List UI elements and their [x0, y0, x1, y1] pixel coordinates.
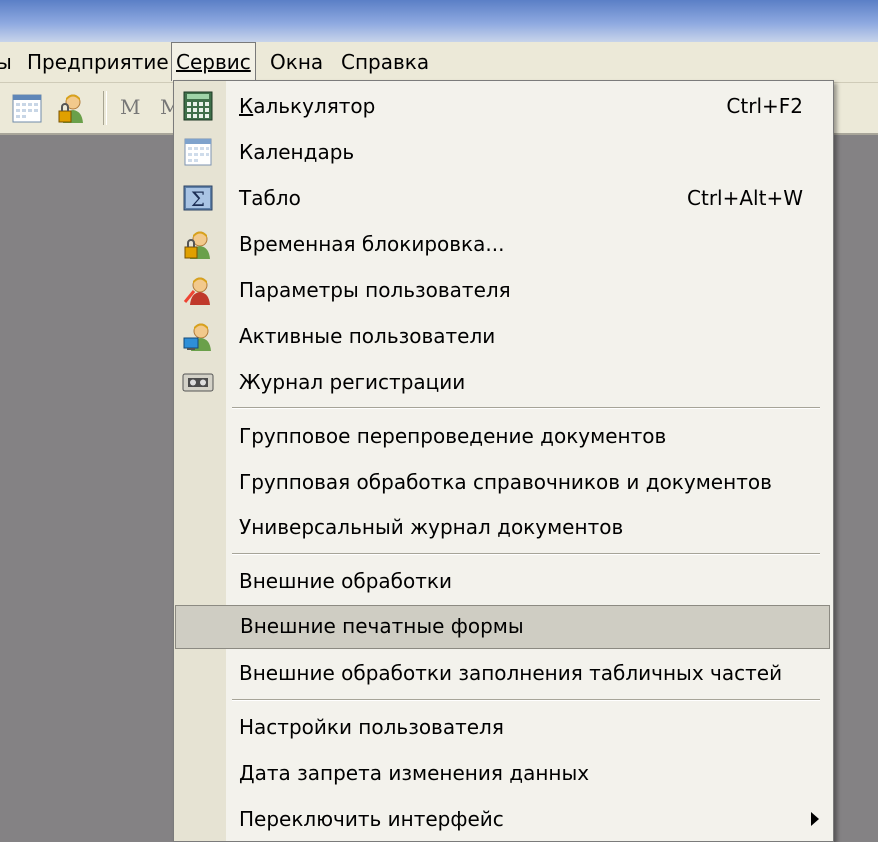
menu-item-external-processing[interactable]: Внешние обработки — [174, 560, 831, 602]
menu-item-label: Дата запрета изменения данных — [239, 761, 590, 785]
calendar-icon — [184, 138, 212, 166]
menu-item-label: Внешние обработки заполнения табличных ч… — [239, 661, 783, 685]
menu-item-group-reposting[interactable]: Групповое перепроведение документов — [174, 415, 831, 457]
menu-item-label: Универсальный журнал документов — [239, 515, 624, 539]
menu-item-label: Активные пользователи — [239, 324, 496, 348]
menu-bar-item-enterprise[interactable]: Предприятие — [23, 49, 173, 75]
menu-item-change-lock-date[interactable]: Дата запрета изменения данных — [174, 752, 831, 794]
menu-item-label: Параметры пользователя — [239, 278, 511, 302]
menu-item-calendar[interactable]: Календарь — [174, 131, 831, 173]
menu-item-label: Внешние печатные формы — [240, 614, 524, 638]
menu-item-label: Календарь — [239, 140, 355, 164]
menu-item-shortcut: Ctrl+F2 — [726, 94, 803, 118]
menu-item-label: Калькулятор — [239, 94, 376, 118]
toolbar-m-button[interactable]: М — [120, 95, 140, 119]
journal-tape-icon — [182, 373, 214, 392]
calculator-icon — [183, 91, 213, 121]
menu-item-label: Переключить интерфейс — [239, 807, 504, 831]
menu-separator — [232, 699, 820, 701]
menu-separator — [232, 407, 820, 409]
menu-separator — [232, 553, 820, 555]
menu-item-user-parameters[interactable]: Параметры пользователя — [174, 269, 831, 311]
menu-item-active-users[interactable]: Активные пользователи — [174, 315, 831, 357]
menu-item-shortcut: Ctrl+Alt+W — [687, 186, 803, 210]
menu-bar-item-service-label: Сервис — [176, 50, 251, 74]
menu-item-label: Журнал регистрации — [239, 370, 466, 394]
calendar-toolbar-icon[interactable] — [10, 91, 44, 125]
user-settings-icon — [183, 277, 210, 305]
svg-text:Σ: Σ — [191, 187, 205, 211]
menu-item-external-print-forms[interactable]: Внешние печатные формы — [175, 605, 830, 649]
menu-item-label: Групповая обработка справочников и докум… — [239, 470, 772, 494]
sum-board-icon: Σ — [183, 185, 213, 211]
menu-item-universal-journal[interactable]: Универсальный журнал документов — [174, 506, 831, 548]
menu-item-external-fill-processing[interactable]: Внешние обработки заполнения табличных ч… — [174, 652, 831, 694]
window-title-bar — [0, 0, 878, 42]
menu-item-group-processing[interactable]: Групповая обработка справочников и докум… — [174, 461, 831, 503]
menu-bar-item-partial[interactable]: ы — [0, 49, 16, 75]
service-dropdown-menu: Калькулятор Ctrl+F2 Календарь Σ Табло Ct… — [173, 80, 834, 842]
menu-item-label: Настройки пользователя — [239, 715, 504, 739]
menu-item-tablo[interactable]: Σ Табло Ctrl+Alt+W — [174, 177, 831, 219]
menu-item-temporary-lock[interactable]: Временная блокировка... — [174, 223, 831, 265]
menu-item-user-settings[interactable]: Настройки пользователя — [174, 706, 831, 748]
submenu-arrow-icon — [811, 812, 819, 826]
menu-item-switch-interface[interactable]: Переключить интерфейс — [174, 798, 831, 840]
menu-item-registration-log[interactable]: Журнал регистрации — [174, 361, 831, 403]
menu-item-label: Групповое перепроведение документов — [239, 424, 667, 448]
toolbar-separator — [103, 91, 107, 125]
active-users-icon — [183, 323, 211, 351]
menu-item-label: Табло — [239, 186, 301, 210]
menu-item-label: Внешние обработки — [239, 569, 452, 593]
menu-bar-item-service[interactable]: Сервис — [171, 42, 256, 81]
menu-bar-item-windows[interactable]: Окна — [266, 49, 327, 75]
menu-item-calculator[interactable]: Калькулятор Ctrl+F2 — [174, 85, 831, 127]
user-lock-icon — [184, 231, 210, 259]
menu-bar-item-help[interactable]: Справка — [337, 49, 433, 75]
menu-item-label: Временная блокировка... — [239, 232, 505, 256]
menu-bar: ы Предприятие Сервис Окна Справка — [0, 42, 878, 83]
user-lock-toolbar-icon[interactable] — [54, 91, 88, 125]
